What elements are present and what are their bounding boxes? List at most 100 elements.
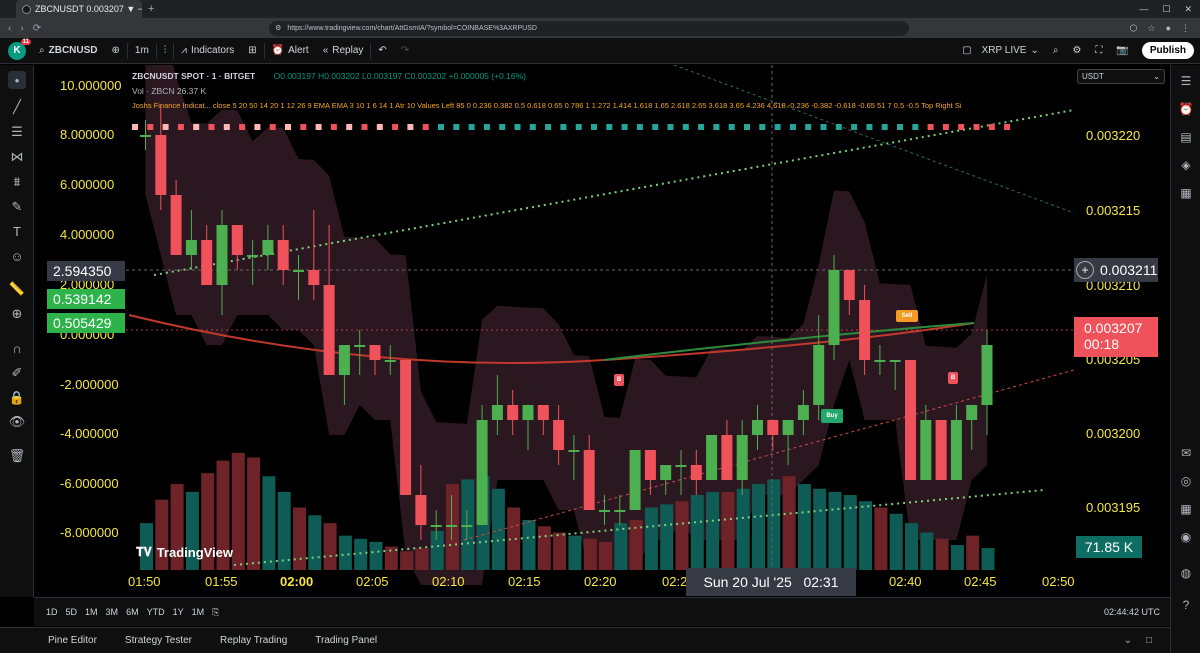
watchlist-icon[interactable]: ☰: [1178, 73, 1194, 89]
magnet-icon[interactable]: ∩: [8, 339, 26, 357]
volume-bar: [950, 545, 964, 570]
volume-bar: [813, 488, 827, 570]
maximize-panel-icon[interactable]: □: [1146, 635, 1152, 646]
quick-search-button[interactable]: ⌕: [1046, 38, 1066, 64]
horizontal-lines-icon[interactable]: ☰: [8, 123, 26, 141]
lock-icon[interactable]: 🔒: [8, 389, 26, 407]
publish-button[interactable]: Publish: [1141, 42, 1194, 59]
candle-body: [507, 405, 519, 420]
chat-icon[interactable]: ✉: [1178, 445, 1194, 461]
browser-tab[interactable]: ZBCNUSDT 0.003207 ▼ −0.5% … ✕: [16, 0, 142, 18]
candle-body: [950, 420, 962, 480]
cursor-icon[interactable]: •: [8, 71, 26, 89]
right-axis-tick: 0.003195: [1086, 500, 1141, 515]
range-5y[interactable]: 1M: [188, 607, 209, 617]
minimize-icon[interactable]: —: [1139, 4, 1148, 15]
stream-icon[interactable]: ◉: [1178, 529, 1194, 545]
tab-replay-trading[interactable]: Replay Trading: [220, 635, 301, 646]
goto-date-icon[interactable]: ⎘: [208, 607, 223, 618]
notifications-icon[interactable]: ◍: [1178, 565, 1194, 581]
add-plus-icon[interactable]: +: [1076, 261, 1094, 279]
range-1y[interactable]: 1Y: [169, 607, 188, 617]
tab-strategy-tester[interactable]: Strategy Tester: [125, 635, 206, 646]
trend-signal-square: [759, 124, 766, 130]
alert-button[interactable]: ⏰ Alert: [265, 38, 316, 64]
layers-icon[interactable]: ◈: [1178, 157, 1194, 173]
layout-name: XRP LIVE: [981, 45, 1027, 56]
profile-icon[interactable]: ●: [1166, 23, 1171, 34]
snapshot-button[interactable]: 📷: [1109, 38, 1135, 64]
volume-bar: [797, 484, 811, 570]
menu-dots-icon[interactable]: ⋮: [1181, 23, 1190, 34]
trend-signal-square: [912, 124, 919, 130]
layout-square-icon: ▢: [962, 45, 972, 56]
undo-button[interactable]: ↶: [371, 38, 393, 64]
brush-icon[interactable]: ✎: [8, 198, 26, 216]
replay-button[interactable]: « Replay: [316, 38, 371, 64]
collapse-panel-icon[interactable]: ⌄: [1124, 635, 1132, 646]
range-1m[interactable]: 1M: [81, 607, 102, 617]
symbol-search-button[interactable]: ⌕ ZBCNUSD: [32, 38, 105, 64]
chevron-down-icon: ⌄: [1030, 45, 1039, 56]
text-icon[interactable]: T: [8, 222, 26, 240]
new-tab-icon[interactable]: +: [148, 3, 154, 15]
tab-trading-panel[interactable]: Trading Panel: [315, 635, 391, 646]
chart-canvas[interactable]: [34, 65, 1170, 597]
extension-icon[interactable]: ⬡: [1130, 23, 1138, 34]
redo-button[interactable]: ↷: [394, 38, 416, 64]
trend-line-icon[interactable]: ╱: [8, 98, 26, 116]
trend-signal-square: [744, 124, 750, 130]
eye-icon[interactable]: 👁: [8, 413, 26, 431]
pitchfork-icon[interactable]: ⋈: [8, 148, 26, 166]
interval-button[interactable]: 1m: [128, 38, 156, 64]
gear-icon: ⚙: [1072, 45, 1082, 56]
zoom-in-icon[interactable]: ⊕: [8, 305, 26, 323]
browser-urlbar: ‹ › ⟳ ⚙ https://www.tradingview.com/char…: [0, 18, 1200, 38]
range-ytd[interactable]: YTD: [143, 607, 169, 617]
alerts-clock-icon[interactable]: ⏰: [1178, 101, 1194, 117]
trend-signal-square: [789, 124, 796, 130]
utc-clock[interactable]: 02:44:42 UTC: [1100, 607, 1170, 617]
calendar-icon[interactable]: ▦: [1178, 185, 1194, 201]
range-1d[interactable]: 1D: [42, 607, 62, 617]
reload-icon[interactable]: ⟳: [33, 23, 41, 34]
emoji-icon[interactable]: ☺: [8, 247, 26, 265]
settings-button[interactable]: ⚙: [1065, 38, 1088, 64]
address-bar[interactable]: ⚙ https://www.tradingview.com/chart/AttG…: [269, 20, 910, 36]
layout-select-button[interactable]: ▢ XRP LIVE ⌄: [955, 38, 1046, 64]
pattern-icon[interactable]: ⩩: [8, 173, 26, 191]
data-window-icon[interactable]: ▤: [1178, 129, 1194, 145]
currency-select[interactable]: USDT ⌄: [1077, 69, 1165, 84]
candle-body: [782, 420, 794, 435]
maximize-icon[interactable]: ☐: [1162, 4, 1170, 15]
lock-drawing-icon[interactable]: ✐: [8, 364, 26, 382]
avatar[interactable]: K 11: [8, 38, 31, 60]
indicators-button[interactable]: ⩘ Indicators: [174, 38, 241, 64]
forward-icon[interactable]: ›: [20, 23, 23, 34]
chart-pane[interactable]: ZBCNUSDT SPOT · 1 · BITGET O0.003197 H0.…: [34, 65, 1170, 597]
back-icon[interactable]: ‹: [8, 23, 11, 34]
range-6m[interactable]: 6M: [122, 607, 143, 617]
fullscreen-button[interactable]: ⛶: [1088, 38, 1109, 64]
volume-bar: [369, 541, 383, 570]
volume-bar: [614, 523, 628, 570]
templates-button[interactable]: ⊞: [241, 38, 263, 64]
site-info-icon[interactable]: ⚙: [275, 24, 281, 32]
rewind-icon: «: [322, 45, 329, 56]
chart-type-button[interactable]: ⫶: [157, 38, 174, 64]
help-icon[interactable]: ?: [1178, 597, 1194, 613]
ruler-icon[interactable]: 📏: [8, 280, 26, 298]
range-3m[interactable]: 3M: [102, 607, 123, 617]
trend-signal-square: [269, 124, 276, 130]
trend-signal-square: [499, 124, 506, 130]
ideas-icon[interactable]: ◎: [1178, 473, 1194, 489]
range-5d[interactable]: 5D: [62, 607, 82, 617]
chart-top-toolbar: K 11 ⌕ ZBCNUSD ⊕ 1m ⫶ ⩘ Indicators ⊞ ⏰ A…: [0, 38, 1200, 64]
bookmark-icon[interactable]: ☆: [1147, 23, 1155, 34]
calendar-icon[interactable]: ▦: [1178, 501, 1194, 517]
close-window-icon[interactable]: ✕: [1184, 4, 1192, 15]
candle-body: [660, 465, 672, 480]
tab-pine-editor[interactable]: Pine Editor: [48, 635, 111, 646]
trash-icon[interactable]: 🗑: [8, 447, 26, 465]
compare-symbol-button[interactable]: ⊕: [105, 38, 127, 64]
